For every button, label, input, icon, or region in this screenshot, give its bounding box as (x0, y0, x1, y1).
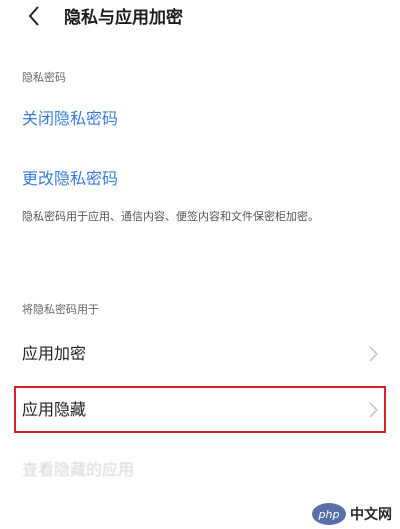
view-hidden-apps-row: 查看隐藏的应用 (22, 460, 135, 479)
app-encryption-row[interactable]: 应用加密 (0, 332, 400, 376)
php-logo: php (312, 503, 346, 525)
app-hide-row[interactable]: 应用隐藏 (0, 388, 400, 432)
top-bar: 隐私与应用加密 (0, 0, 400, 40)
watermark-text: 中文网 (350, 507, 392, 523)
section-header-privacy-password: 隐私密码 (22, 71, 66, 84)
watermark: php 中文网 (312, 503, 392, 525)
chevron-right-icon (369, 346, 379, 362)
app-hide-label: 应用隐藏 (22, 400, 87, 419)
section-header-use-for: 将隐私密码用于 (22, 303, 99, 316)
change-privacy-password-link[interactable]: 更改隐私密码 (22, 168, 118, 190)
back-button[interactable] (22, 6, 46, 30)
back-arrow-icon (27, 5, 41, 31)
chevron-right-icon (369, 402, 379, 418)
page-title: 隐私与应用加密 (64, 8, 183, 28)
close-privacy-password-link[interactable]: 关闭隐私密码 (22, 108, 118, 130)
privacy-password-description: 隐私密码用于应用、通信内容、便签内容和文件保密柜加密。 (22, 210, 319, 223)
app-encryption-label: 应用加密 (22, 344, 87, 363)
